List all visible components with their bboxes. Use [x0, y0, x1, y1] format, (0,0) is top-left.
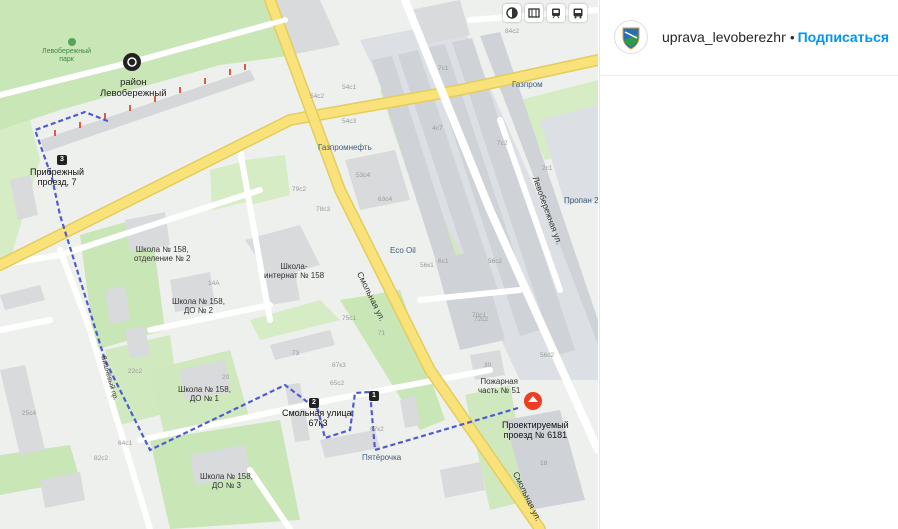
- map-view[interactable]: Левобережный парк район Левобережный 3 При…: [0, 0, 598, 529]
- stop-badge-1: 1: [369, 391, 379, 401]
- house-number: 20: [222, 374, 230, 381]
- post-sidebar: uprava_levoberezhnyi • Подписаться: [599, 0, 898, 529]
- post-header: uprava_levoberezhnyi • Подписаться: [614, 20, 889, 54]
- header-divider: [600, 75, 898, 76]
- map-controls: [503, 4, 587, 22]
- house-number: 64с1: [118, 440, 133, 447]
- poi-gazpromneft: Газпромнефть: [318, 143, 372, 152]
- house-number: 56с2: [488, 258, 503, 265]
- house-number: 25с4: [22, 410, 37, 417]
- poi-propan: Пропан 24: [564, 196, 598, 205]
- username-link[interactable]: uprava_levoberezhnyi: [662, 29, 786, 45]
- poi-school-internat: Школа-интернат № 158: [264, 262, 325, 281]
- house-number: 6с1: [438, 258, 449, 265]
- house-number: 79с2: [292, 186, 307, 193]
- house-number: 54с3: [342, 118, 357, 125]
- house-number: 2с1: [542, 165, 553, 172]
- house-number: 65с2: [330, 380, 345, 387]
- stop-label-3: Прибрежный проезд, 7: [30, 167, 85, 188]
- poi-gazprom: Газпром: [512, 80, 543, 89]
- traffic-icon[interactable]: [525, 4, 543, 22]
- bus-icon[interactable]: [569, 4, 587, 22]
- house-number: 67к2: [370, 426, 384, 433]
- house-number: 4с7: [432, 125, 443, 132]
- poi-school-do2: Школа № 158, ДО № 2: [172, 297, 225, 316]
- house-number: 71: [378, 330, 386, 337]
- house-number: 73: [292, 350, 300, 357]
- park-marker: [68, 38, 76, 46]
- separator-dot: •: [790, 29, 795, 45]
- house-number: 63с4: [378, 196, 393, 203]
- poi-pyaterochka: Пятёрочка: [362, 453, 402, 462]
- house-number: 14А: [208, 280, 220, 287]
- house-number: 7с2: [497, 140, 508, 147]
- house-number: 54с2: [310, 93, 325, 100]
- house-number: 82с2: [94, 455, 109, 462]
- house-number: 70с1: [472, 312, 487, 319]
- house-number: 18: [540, 460, 548, 467]
- district-marker: [123, 53, 141, 71]
- stop-label-2: Смольная улица, 67к3: [282, 408, 355, 429]
- house-number: 84с2: [505, 28, 520, 35]
- house-number: 22с2: [128, 368, 143, 375]
- house-number: 54с1: [342, 84, 357, 91]
- house-number: 7с1: [438, 65, 449, 72]
- poi-fire-station: Пожарная часть № 51: [478, 377, 521, 396]
- layers-icon[interactable]: [503, 4, 521, 22]
- park-label: Левобережный парк: [42, 48, 92, 64]
- transit-icon[interactable]: [547, 4, 565, 22]
- house-number: 30: [484, 362, 492, 369]
- follow-button[interactable]: Подписаться: [798, 29, 890, 45]
- poi-school-otd: Школа № 158, отделение № 2: [134, 245, 191, 264]
- stop-badge-2: 2: [309, 398, 319, 408]
- poi-school-do3: Школа № 158, ДО № 3: [200, 472, 253, 491]
- house-number: 67к3: [332, 362, 346, 369]
- stop-badge-3: 3: [57, 155, 67, 165]
- house-number: 75с1: [342, 315, 357, 322]
- poi-school-do1: Школа № 158, ДО № 1: [178, 385, 231, 404]
- poi-eco-oil: Eco Oil: [390, 246, 416, 255]
- house-number: 56с2: [540, 352, 555, 359]
- house-number: 56к1: [420, 262, 434, 269]
- destination-label: Проектируемый проезд № 6181: [502, 420, 569, 441]
- house-number: 53с4: [356, 172, 371, 179]
- avatar[interactable]: [614, 20, 648, 54]
- district-label: район Левобережный: [100, 77, 167, 99]
- house-number: 78с3: [316, 206, 331, 213]
